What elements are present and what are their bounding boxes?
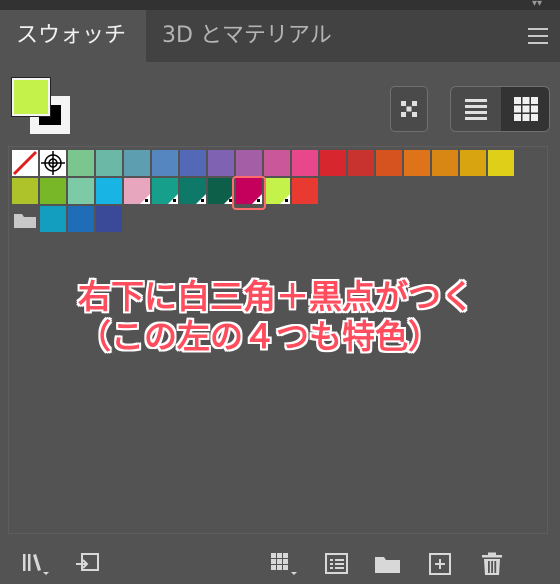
color-swatch[interactable]	[208, 150, 234, 176]
color-swatch[interactable]	[12, 178, 38, 204]
color-swatch[interactable]	[264, 150, 290, 176]
panel-menu-icon[interactable]	[528, 28, 548, 44]
grid-view-button[interactable]	[501, 87, 549, 131]
new-color-group-button[interactable]	[374, 552, 400, 576]
tab-swatches[interactable]: スウォッチ	[0, 10, 146, 62]
color-group-folder-icon[interactable]	[12, 206, 38, 232]
color-swatch[interactable]	[68, 206, 94, 232]
new-swatch-button[interactable]	[428, 552, 454, 576]
color-swatch[interactable]	[292, 150, 318, 176]
list-view-button[interactable]	[451, 87, 501, 131]
color-swatch[interactable]	[376, 150, 402, 176]
color-swatch[interactable]	[124, 178, 150, 204]
swatch-kinds-menu-button[interactable]	[270, 552, 297, 576]
swatch-none[interactable]	[12, 150, 38, 176]
annotation-line-2: （この左の４つも特色）	[78, 317, 441, 356]
color-swatch[interactable]	[152, 178, 178, 204]
new-group-icon	[375, 557, 400, 573]
panel-top-strip: ▾▾	[0, 0, 560, 10]
color-swatch[interactable]	[320, 150, 346, 176]
color-swatch[interactable]	[68, 150, 94, 176]
color-swatch[interactable]	[236, 150, 262, 176]
kind-icon	[401, 101, 417, 117]
color-swatch[interactable]	[460, 150, 486, 176]
delete-swatch-button[interactable]	[480, 552, 506, 576]
color-swatch[interactable]	[40, 206, 66, 232]
color-swatch[interactable]	[488, 150, 514, 176]
bottom-toolbar	[0, 540, 560, 584]
swatch-libraries-button[interactable]	[22, 552, 49, 576]
place-swatch-icon	[76, 553, 99, 571]
color-swatch[interactable]	[96, 150, 122, 176]
swatch-options-button[interactable]	[324, 552, 350, 576]
new-swatch-icon	[429, 553, 451, 575]
library-icon	[23, 554, 49, 575]
fill-color-swatch[interactable]	[12, 78, 50, 116]
swatch-kind-icon	[271, 553, 297, 575]
color-swatch[interactable]	[124, 150, 150, 176]
selected-spot-swatch[interactable]	[264, 178, 290, 204]
color-swatch[interactable]	[96, 206, 122, 232]
list-view-icon	[465, 99, 487, 120]
swatch-registration[interactable]	[40, 150, 66, 176]
color-swatch[interactable]	[292, 178, 318, 204]
tab-3d-materials[interactable]: 3D とマテリアル	[146, 10, 350, 62]
color-swatch[interactable]	[404, 150, 430, 176]
tab-bar: スウォッチ 3D とマテリアル	[0, 10, 560, 62]
view-toggle-group	[450, 86, 550, 132]
show-swatch-kinds-button[interactable]	[390, 86, 428, 132]
color-swatch[interactable]	[68, 178, 94, 204]
collapse-icon[interactable]: ▾▾	[532, 0, 542, 9]
grid-view-icon	[514, 97, 538, 121]
color-swatch[interactable]	[208, 178, 234, 204]
place-swatch-button[interactable]	[74, 552, 100, 576]
color-swatch[interactable]	[96, 178, 122, 204]
delete-icon	[482, 552, 502, 575]
annotation-line-1: 右下に白三角＋黒点がつく	[78, 277, 474, 316]
color-swatch[interactable]	[180, 150, 206, 176]
selected-swatch-highlight	[232, 176, 266, 210]
color-swatch[interactable]	[348, 150, 374, 176]
swatches-panel: ▾▾ スウォッチ 3D とマテリアル 右下に白三角＋黒点がつく （この左の４つも…	[0, 0, 560, 584]
color-swatch[interactable]	[152, 150, 178, 176]
color-swatch[interactable]	[180, 178, 206, 204]
swatch-options-icon	[325, 553, 348, 574]
color-swatch[interactable]	[432, 150, 458, 176]
color-swatch[interactable]	[40, 178, 66, 204]
